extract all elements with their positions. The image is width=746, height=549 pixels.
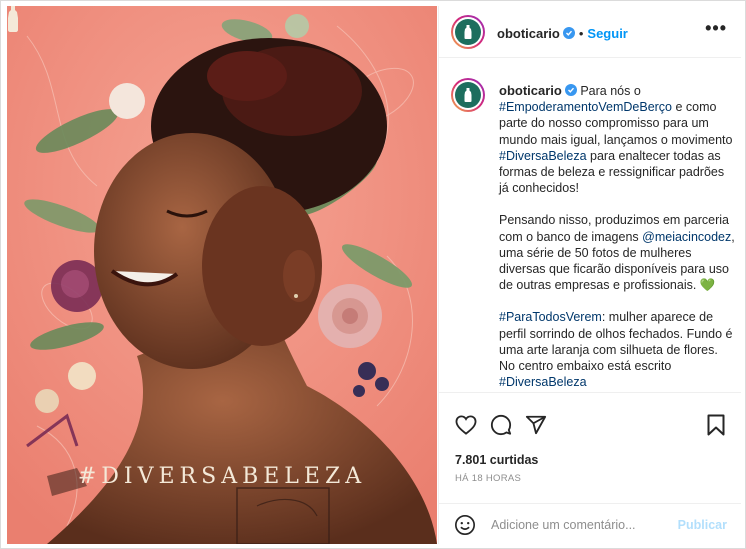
caption-username[interactable]: oboticario bbox=[499, 83, 562, 98]
avatar[interactable] bbox=[451, 15, 485, 49]
share-icon[interactable] bbox=[525, 414, 547, 436]
post-header: oboticario • Seguir ••• bbox=[439, 6, 741, 58]
instagram-post-modal: #DIVERSABELEZA oboticario • Seguir ••• o… bbox=[0, 0, 746, 549]
publish-button[interactable]: Publicar bbox=[678, 518, 727, 532]
caption-paragraph-2: Pensando nisso, produzimos em parceria c… bbox=[499, 212, 735, 293]
caption-paragraph-1: oboticario Para nós o #EmpoderamentoVemD… bbox=[499, 83, 735, 196]
caption-text-run: Para nós o bbox=[576, 84, 641, 98]
boticario-avatar-icon bbox=[464, 25, 472, 39]
comment-bar: Publicar bbox=[439, 503, 741, 544]
caption-area[interactable]: oboticario Para nós o #EmpoderamentoVemD… bbox=[439, 58, 741, 393]
caption-avatar[interactable] bbox=[451, 78, 485, 112]
header-username[interactable]: oboticario bbox=[497, 26, 560, 41]
caption-paragraph-3: #ParaTodosVerem: mulher aparece de perfi… bbox=[499, 309, 735, 390]
caption-link[interactable]: @meiacincodez bbox=[642, 230, 731, 244]
header-identity: oboticario • Seguir bbox=[497, 25, 628, 43]
likes-count[interactable]: 7.801 curtidas bbox=[455, 453, 538, 467]
comment-icon[interactable] bbox=[490, 414, 512, 436]
follow-button[interactable]: Seguir bbox=[587, 26, 627, 41]
boticario-logo-icon bbox=[8, 6, 18, 32]
caption-link[interactable]: #ParaTodosVerem bbox=[499, 310, 602, 324]
caption-link[interactable]: #DiversaBeleza bbox=[499, 149, 587, 163]
caption-link[interactable]: #EmpoderamentoVemDeBerço bbox=[499, 100, 672, 114]
comment-input[interactable] bbox=[491, 516, 661, 534]
post-side-panel: oboticario • Seguir ••• oboticario Para nó… bbox=[438, 6, 741, 544]
verified-icon bbox=[562, 27, 575, 39]
bookmark-icon[interactable] bbox=[707, 414, 725, 436]
image-hashtag-text: #DIVERSABELEZA bbox=[77, 464, 367, 489]
post-actions: 7.801 curtidas HÁ 18 HORAS bbox=[439, 393, 741, 503]
caption-text: oboticario Para nós o #EmpoderamentoVemD… bbox=[499, 83, 735, 392]
verified-icon bbox=[564, 84, 577, 96]
heart-icon[interactable] bbox=[455, 415, 477, 435]
caption-paragraph-1-body: Para nós o #EmpoderamentoVemDeBerço e co… bbox=[499, 84, 732, 195]
more-options-icon[interactable]: ••• bbox=[705, 19, 727, 37]
post-image[interactable]: #DIVERSABELEZA bbox=[7, 6, 437, 544]
boticario-avatar-icon bbox=[464, 88, 472, 102]
emoji-icon[interactable] bbox=[454, 514, 476, 536]
separator-dot: • bbox=[578, 26, 584, 41]
caption-link[interactable]: #DiversaBeleza bbox=[499, 375, 587, 389]
post-timestamp[interactable]: HÁ 18 HORAS bbox=[455, 473, 521, 484]
